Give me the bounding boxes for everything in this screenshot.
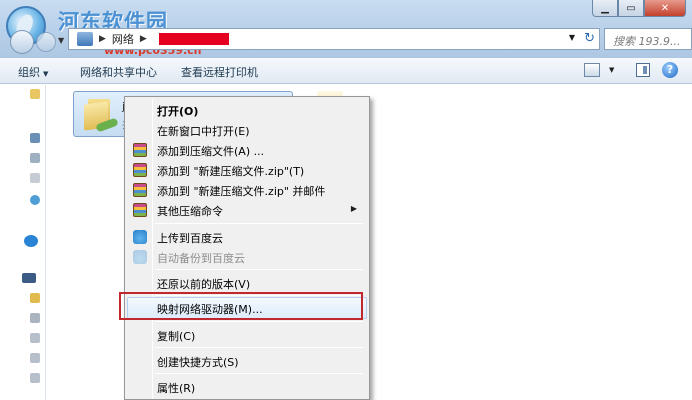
refresh-icon[interactable]: ↻	[584, 31, 595, 46]
menu-item-restore-versions[interactable]: 还原以前的版本(V)	[127, 273, 367, 293]
network-icon	[77, 32, 93, 46]
window-controls: ▁ ▭ ✕	[592, 0, 686, 17]
menu-item-open-new-window[interactable]: 在新窗口中打开(E)	[127, 120, 367, 140]
drive-icon[interactable]	[30, 313, 40, 323]
menu-item-other-compress[interactable]: 其他压缩命令 ▶	[127, 200, 367, 220]
desktop-icon[interactable]	[30, 133, 40, 143]
baidu-cloud-icon	[133, 250, 147, 264]
address-bar[interactable]: ▶ 网络 ▶ ▼ ↻	[68, 28, 600, 50]
menu-separator	[155, 269, 363, 270]
menu-item-add-to-zip[interactable]: 添加到 "新建压缩文件.zip"(T)	[127, 160, 367, 180]
winrar-icon	[133, 203, 147, 217]
close-button[interactable]: ✕	[644, 0, 686, 17]
menu-item-label: 在新窗口中打开(E)	[157, 125, 250, 138]
menu-separator	[155, 321, 363, 322]
breadcrumb-separator-icon[interactable]: ▶	[99, 34, 106, 44]
drive-icon[interactable]	[30, 373, 40, 383]
redacted-address	[158, 33, 229, 45]
minimize-button[interactable]: ▁	[592, 0, 618, 17]
winrar-icon	[133, 143, 147, 157]
menu-item-label: 创建快捷方式(S)	[157, 356, 239, 369]
menu-item-open[interactable]: 打开(O)	[127, 100, 367, 120]
submenu-arrow-icon: ▶	[350, 204, 357, 213]
music-icon[interactable]	[30, 173, 40, 183]
menu-item-label: 上传到百度云	[157, 232, 223, 245]
preview-pane-icon[interactable]	[636, 63, 650, 77]
menu-item-label: 添加到 "新建压缩文件.zip" 并邮件	[157, 185, 326, 198]
winrar-icon	[133, 183, 147, 197]
menu-separator	[155, 373, 363, 374]
documents-icon[interactable]	[30, 153, 40, 163]
menu-item-label: 添加到 "新建压缩文件.zip"(T)	[157, 165, 305, 178]
breadcrumb-separator-icon[interactable]: ▶	[140, 34, 147, 44]
shared-folder-icon	[84, 97, 119, 133]
network-nav-icon[interactable]	[24, 235, 38, 247]
history-dropdown-icon[interactable]: ▼	[58, 36, 64, 45]
highlight-annotation-box	[119, 292, 363, 320]
menu-item-auto-backup-baidu: 自动备份到百度云	[127, 247, 367, 267]
menu-item-label: 复制(C)	[157, 330, 196, 343]
menu-item-label: 还原以前的版本(V)	[157, 278, 251, 291]
forward-button[interactable]	[36, 32, 56, 52]
homegroup-icon[interactable]	[30, 195, 40, 205]
change-view-icon[interactable]	[584, 63, 600, 77]
menu-item-create-shortcut[interactable]: 创建快捷方式(S)	[127, 351, 367, 371]
breadcrumb-network[interactable]: 网络	[112, 31, 134, 47]
computer-icon[interactable]	[22, 273, 36, 283]
back-button[interactable]	[10, 30, 34, 54]
context-menu: 打开(O) 在新窗口中打开(E) 添加到压缩文件(A) ... 添加到 "新建压…	[124, 96, 370, 400]
help-icon[interactable]: ?	[662, 62, 678, 78]
view-options-dropdown-icon[interactable]: ▼	[609, 66, 614, 74]
baidu-cloud-icon	[133, 230, 147, 244]
favorites-folder-icon[interactable]	[30, 89, 40, 99]
address-dropdown-icon[interactable]: ▼	[569, 33, 575, 42]
drive-icon[interactable]	[30, 293, 40, 303]
menu-item-label: 属性(R)	[157, 382, 196, 395]
search-input[interactable]: 搜索 193.9...	[604, 28, 692, 50]
winrar-icon	[133, 163, 147, 177]
navigation-pane	[0, 85, 46, 400]
title-bar: 河东软件园 www.pc0359.cn ▁ ▭ ✕ ▼ ▶ 网络 ▶ ▼ ↻ 搜…	[0, 0, 692, 58]
remote-printer-button[interactable]: 查看远程打印机	[181, 64, 258, 80]
menu-item-copy[interactable]: 复制(C)	[127, 325, 367, 345]
chevron-down-icon: ▼	[43, 70, 49, 78]
organize-label: 组织	[18, 66, 40, 79]
network-center-button[interactable]: 网络和共享中心	[80, 64, 157, 80]
organize-menu[interactable]: 组织 ▼	[18, 64, 48, 80]
menu-item-label: 打开(O)	[157, 105, 199, 118]
drive-icon[interactable]	[30, 353, 40, 363]
command-bar: 组织 ▼ 网络和共享中心 查看远程打印机 ▼ ?	[0, 58, 692, 84]
menu-item-label: 添加到压缩文件(A) ...	[157, 145, 265, 158]
maximize-button[interactable]: ▭	[618, 0, 644, 17]
menu-item-add-to-zip-email[interactable]: 添加到 "新建压缩文件.zip" 并邮件	[127, 180, 367, 200]
drive-icon[interactable]	[30, 333, 40, 343]
menu-separator	[155, 347, 363, 348]
menu-item-label: 自动备份到百度云	[157, 252, 245, 265]
menu-item-add-to-archive[interactable]: 添加到压缩文件(A) ...	[127, 140, 367, 160]
menu-separator	[155, 223, 363, 224]
menu-item-label: 其他压缩命令	[157, 205, 223, 218]
menu-item-properties[interactable]: 属性(R)	[127, 377, 367, 397]
menu-item-upload-baidu[interactable]: 上传到百度云	[127, 227, 367, 247]
